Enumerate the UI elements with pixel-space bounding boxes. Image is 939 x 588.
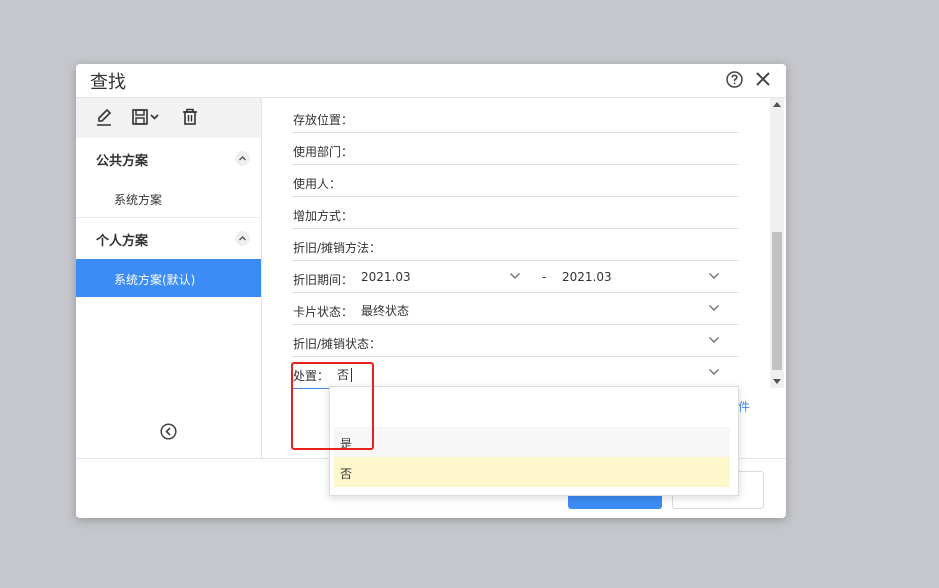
field-label: 折旧/摊销状态： <box>293 337 382 351</box>
field-user[interactable]: 使用人： <box>292 164 739 197</box>
text-caret <box>351 368 352 382</box>
card-status-value: 最终状态 <box>361 304 410 318</box>
field-label: 增加方式： <box>293 209 354 223</box>
field-depreciation-method[interactable]: 折旧/摊销方法： <box>292 228 739 261</box>
field-depreciation-status[interactable]: 折旧/摊销状态： <box>292 324 739 357</box>
field-label: 存放位置： <box>293 113 354 127</box>
disposal-dropdown: 是 否 <box>329 386 739 496</box>
sidebar-toolbar <box>76 98 261 138</box>
help-circle-icon[interactable] <box>726 71 743 88</box>
edit-pen-icon[interactable] <box>95 107 113 127</box>
chevron-down-icon[interactable] <box>708 336 720 344</box>
chevron-up-icon[interactable] <box>235 151 250 166</box>
scrollbar[interactable] <box>770 98 784 388</box>
delete-trash-icon[interactable] <box>181 107 199 127</box>
field-storage-location[interactable]: 存放位置： <box>292 100 739 133</box>
field-label: 处置： <box>293 369 330 383</box>
period-to-value[interactable]: 2021.03 <box>562 270 612 284</box>
dropdown-option-no[interactable]: 否 <box>334 457 730 487</box>
field-disposal[interactable]: 处置： 否 <box>292 356 739 389</box>
save-dropdown-icon[interactable] <box>131 107 161 127</box>
dialog-titlebar: 查找 <box>76 64 786 98</box>
field-card-status[interactable]: 卡片状态： 最终状态 <box>292 292 739 325</box>
field-depreciation-period: 折旧期间： 2021.03 - 2021.03 <box>292 260 739 293</box>
field-label: 使用部门： <box>293 145 354 159</box>
section-label: 个人方案 <box>96 234 149 249</box>
scroll-up-icon[interactable] <box>773 102 781 107</box>
disposal-value[interactable]: 否 <box>337 366 349 383</box>
dropdown-option-yes[interactable]: 是 <box>334 427 730 457</box>
close-icon[interactable] <box>754 70 772 88</box>
chevron-down-icon[interactable] <box>708 368 720 376</box>
section-personal-schemes[interactable]: 个人方案 <box>76 218 261 258</box>
scheme-item-system[interactable]: 系统方案 <box>76 179 261 217</box>
section-public-schemes[interactable]: 公共方案 <box>76 138 261 178</box>
chevron-down-icon[interactable] <box>509 272 521 280</box>
chevron-down-icon[interactable] <box>708 304 720 312</box>
dialog-title: 查找 <box>90 72 126 93</box>
chevron-down-icon[interactable] <box>708 272 720 280</box>
scroll-down-icon[interactable] <box>773 379 781 384</box>
collapse-left-icon[interactable] <box>160 423 177 440</box>
field-label: 卡片状态： <box>293 305 354 319</box>
chevron-up-icon[interactable] <box>235 231 250 246</box>
partial-link[interactable]: 件 <box>738 398 750 415</box>
option-label: 是 <box>340 437 353 451</box>
scheme-item-system-default[interactable]: 系统方案(默认) <box>76 259 261 297</box>
field-department[interactable]: 使用部门： <box>292 132 739 165</box>
option-label: 否 <box>340 467 353 481</box>
scrollbar-thumb[interactable] <box>772 232 782 370</box>
period-from-value[interactable]: 2021.03 <box>361 270 411 284</box>
field-add-method[interactable]: 增加方式： <box>292 196 739 229</box>
field-label: 折旧/摊销方法： <box>293 241 382 255</box>
dropdown-option-empty[interactable] <box>334 397 730 427</box>
period-separator: - <box>542 270 547 284</box>
field-label: 折旧期间： <box>293 273 354 287</box>
scheme-item-label: 系统方案(默认) <box>114 273 196 287</box>
section-label: 公共方案 <box>96 154 149 169</box>
field-label: 使用人： <box>293 177 342 191</box>
scheme-item-label: 系统方案 <box>114 193 163 207</box>
scheme-sidebar: 公共方案 系统方案 个人方案 系统方案(默认) <box>76 98 262 458</box>
